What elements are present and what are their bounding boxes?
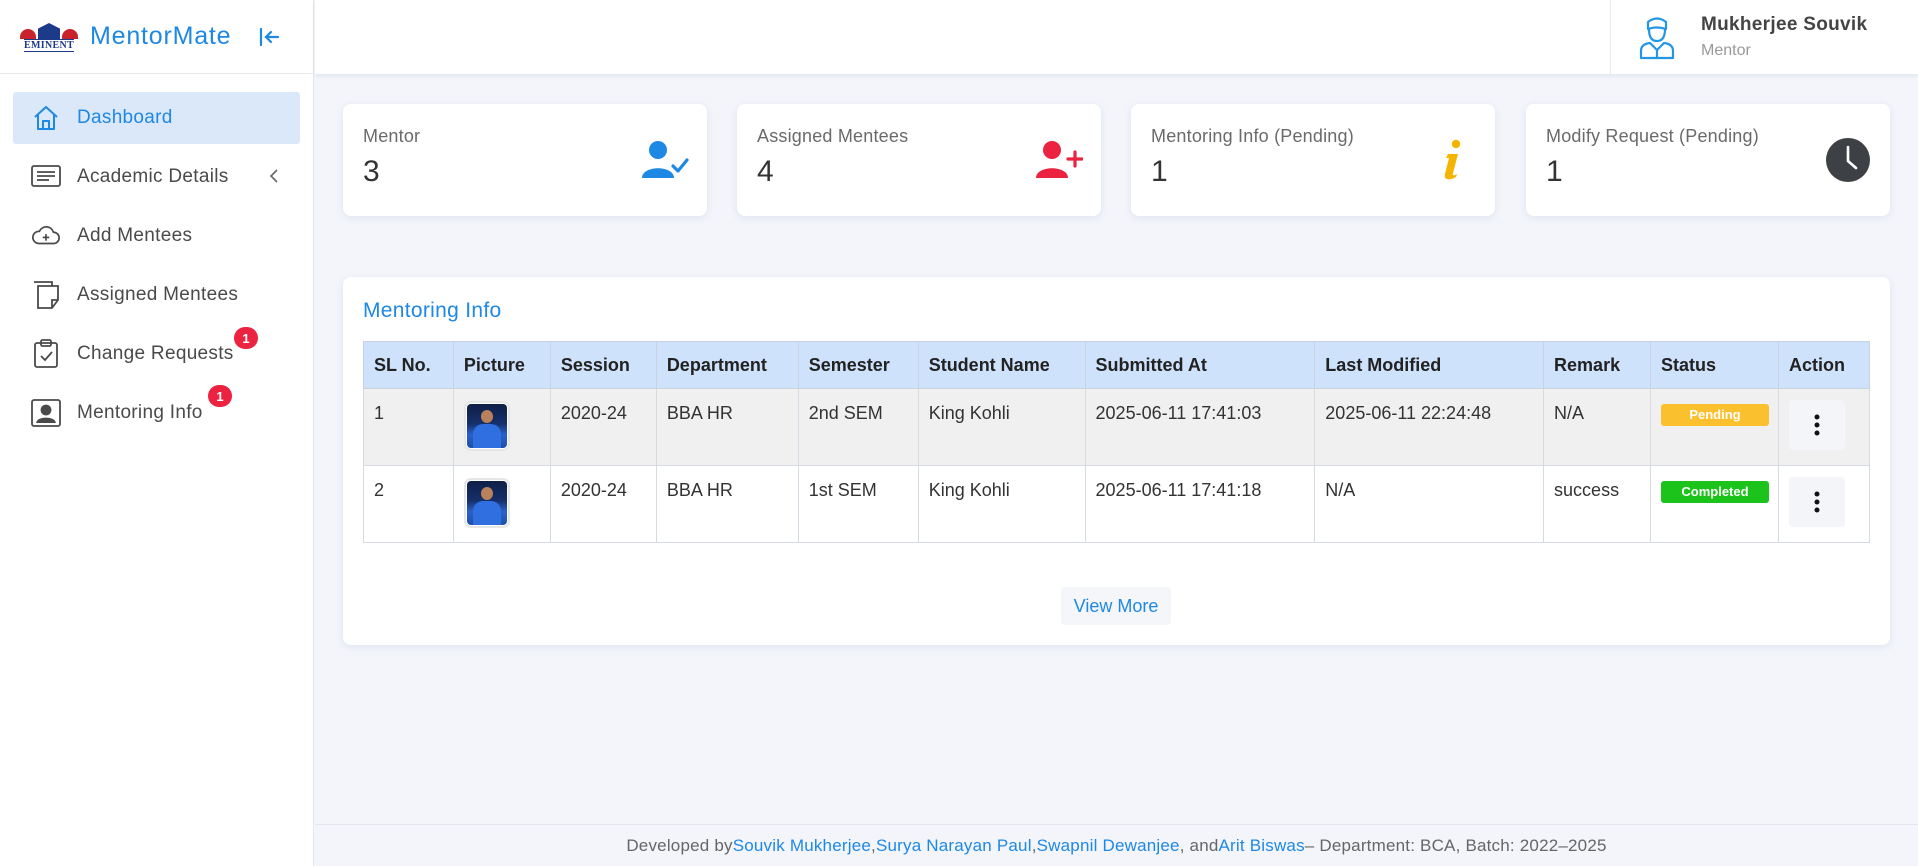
student-picture[interactable]	[463, 478, 510, 528]
table-header-row: SL No. Picture Session Department Semest…	[363, 341, 1871, 389]
table-row: 2 2020-24 BBA HR 1st SEM King Kohli 2025…	[363, 465, 1871, 543]
cloud-plus-icon	[31, 221, 61, 251]
sidebar-item-label: Mentoring Info	[77, 402, 203, 423]
cell-session: 2020-24	[549, 465, 657, 543]
logo: EMINENT	[18, 20, 80, 54]
stat-card-mentor[interactable]: Mentor 3	[343, 104, 707, 216]
kebab-menu-icon	[1814, 491, 1820, 513]
cell-sl: 2	[363, 465, 454, 543]
student-picture[interactable]	[463, 401, 510, 451]
cell-department: BBA HR	[655, 388, 799, 466]
collapse-left-icon	[260, 27, 280, 46]
mentoring-info-table: SL No. Picture Session Department Semest…	[363, 341, 1871, 543]
cell-student-name: King Kohli	[917, 388, 1086, 466]
clipboard-check-icon	[31, 339, 61, 369]
notes-icon	[31, 280, 61, 310]
cell-remark: success	[1543, 465, 1651, 543]
sidebar-item-assigned-mentees[interactable]: Assigned Mentees	[13, 269, 300, 321]
sidebar-item-change-requests[interactable]: Change Requests 1	[13, 327, 300, 380]
logo-text: EMINENT	[24, 39, 74, 52]
footer-suffix: – Department: BCA, Batch: 2022–2025	[1304, 835, 1607, 855]
cell-semester: 1st SEM	[797, 465, 919, 543]
column-header: Picture	[452, 341, 551, 389]
view-more-button[interactable]: View More	[1061, 587, 1171, 625]
column-header: Remark	[1543, 341, 1651, 389]
user-menu[interactable]: Mukherjee Souvik Mentor	[1610, 0, 1918, 74]
chevron-left-icon	[268, 168, 280, 189]
user-avatar-icon	[1637, 15, 1677, 60]
cell-department: BBA HR	[655, 465, 799, 543]
cell-last-modified: N/A	[1314, 465, 1545, 543]
column-header: Last Modified	[1314, 341, 1545, 389]
collapse-sidebar-button[interactable]	[257, 25, 281, 49]
user-plus-icon	[1035, 136, 1083, 184]
footer-dev-link[interactable]: Souvik Mukherjee	[733, 836, 871, 856]
sidebar-item-add-mentees[interactable]: Add Mentees	[13, 210, 300, 262]
mentoring-info-badge: 1	[208, 385, 232, 407]
stat-card-assigned-mentees[interactable]: Assigned Mentees 4	[737, 104, 1101, 216]
stat-card-mentoring-info-pending[interactable]: Mentoring Info (Pending) 1	[1131, 104, 1495, 216]
sidebar-item-label: Dashboard	[77, 107, 173, 128]
sidebar-nav: Dashboard Academic Details Add Mentees A…	[0, 74, 313, 439]
column-header: Student Name	[917, 341, 1086, 389]
column-header: SL No.	[363, 341, 454, 389]
stat-card-modify-request-pending[interactable]: Modify Request (Pending) 1	[1526, 104, 1890, 216]
footer: Developed by Souvik Mukherjee, Surya Nar…	[315, 824, 1918, 866]
change-requests-badge: 1	[234, 327, 258, 349]
sidebar-item-label: Add Mentees	[77, 225, 193, 246]
column-header: Status	[1649, 341, 1779, 389]
column-header: Semester	[797, 341, 919, 389]
cell-sl: 1	[363, 388, 454, 466]
kebab-menu-icon	[1814, 414, 1820, 436]
clock-icon	[1824, 136, 1872, 184]
cell-submitted-at: 2025-06-11 17:41:03	[1084, 388, 1316, 466]
user-check-icon	[641, 136, 689, 184]
home-icon	[31, 103, 61, 133]
cell-last-modified: 2025-06-11 22:24:48	[1314, 388, 1545, 466]
brand: EMINENT MentorMate	[0, 0, 313, 74]
cell-submitted-at: 2025-06-11 17:41:18	[1084, 465, 1316, 543]
mentoring-info-panel: Mentoring Info SL No. Picture Session De…	[343, 277, 1890, 645]
user-card-icon	[31, 398, 61, 428]
user-role: Mentor	[1701, 42, 1751, 59]
list-icon	[31, 162, 61, 192]
sidebar-item-label: Assigned Mentees	[77, 284, 239, 305]
footer-dev-link[interactable]: Arit Biswas	[1219, 836, 1305, 856]
sidebar-item-label: Academic Details	[77, 166, 229, 187]
column-header: Action	[1777, 341, 1871, 389]
sidebar-item-mentoring-info[interactable]: Mentoring Info 1	[13, 385, 300, 439]
row-actions-button[interactable]	[1788, 477, 1845, 527]
cell-semester: 2nd SEM	[797, 388, 919, 466]
sidebar-item-dashboard[interactable]: Dashboard	[13, 92, 300, 144]
user-name: Mukherjee Souvik	[1701, 14, 1868, 35]
cell-session: 2020-24	[549, 388, 657, 466]
panel-title: Mentoring Info	[363, 299, 502, 322]
cell-student-name: King Kohli	[917, 465, 1086, 543]
column-header: Department	[655, 341, 799, 389]
footer-dev-link[interactable]: Swapnil Dewanjee	[1037, 836, 1180, 856]
row-actions-button[interactable]	[1788, 400, 1845, 450]
sidebar: EMINENT MentorMate Dashboard Academic De…	[0, 0, 314, 866]
status-badge: Pending	[1660, 404, 1769, 426]
status-badge: Completed	[1660, 481, 1769, 503]
column-header: Session	[549, 341, 657, 389]
sidebar-item-academic-details[interactable]: Academic Details	[13, 151, 300, 203]
brand-name: MentorMate	[90, 22, 232, 50]
column-header: Submitted At	[1084, 341, 1316, 389]
info-icon	[1429, 136, 1477, 184]
table-row: 1 2020-24 BBA HR 2nd SEM King Kohli 2025…	[363, 388, 1871, 466]
sidebar-item-label: Change Requests	[77, 343, 234, 364]
footer-prefix: Developed by	[626, 835, 733, 855]
cell-remark: N/A	[1543, 388, 1651, 466]
top-header: Mukherjee Souvik Mentor	[315, 0, 1918, 74]
footer-dev-link[interactable]: Surya Narayan Paul	[876, 836, 1032, 856]
